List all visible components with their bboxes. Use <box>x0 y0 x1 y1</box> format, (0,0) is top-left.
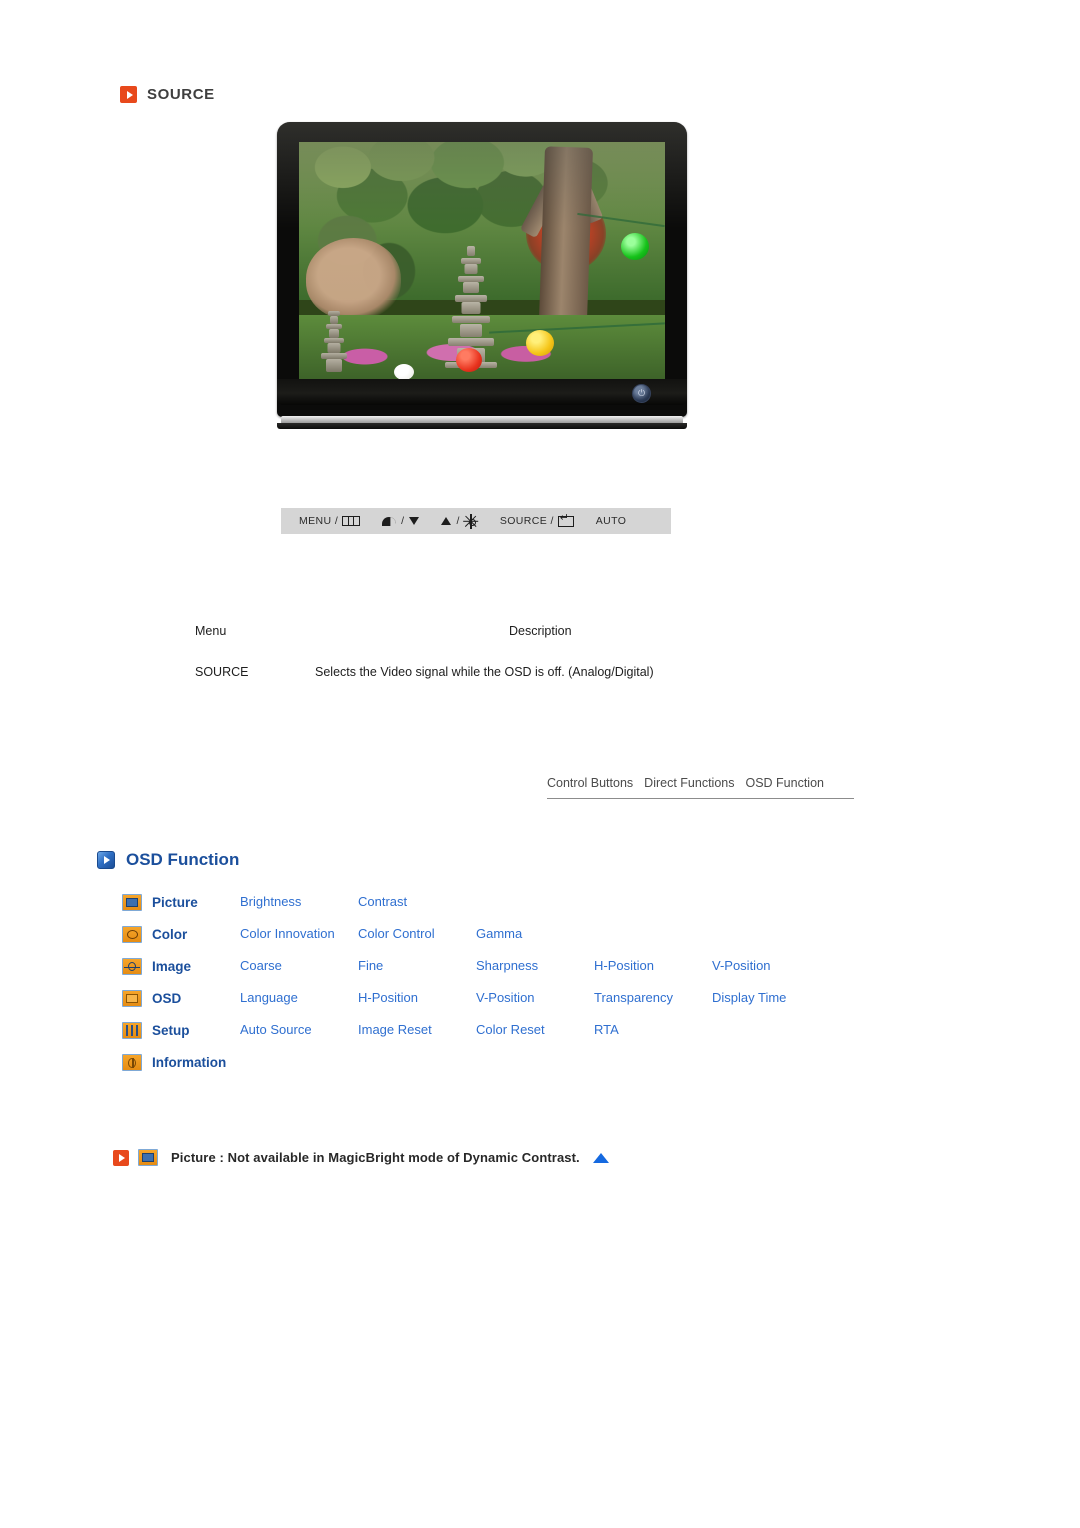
osd-item-v-position[interactable]: V-Position <box>476 990 594 1006</box>
power-button-icon[interactable]: ⏻ <box>632 384 651 403</box>
button-menu[interactable]: MENU / <box>299 515 361 527</box>
button-source-enter[interactable]: SOURCE / <box>499 513 574 527</box>
osd-note: Picture : Not available in MagicBright m… <box>113 1149 609 1166</box>
osd-row-setup: Setup Auto Source Image Reset Color Rese… <box>122 1022 962 1048</box>
button-contrast-down-label: / <box>401 515 405 527</box>
menu-description-table: Menu Description SOURCE Selects the Vide… <box>195 624 835 679</box>
column-header-menu: Menu <box>195 624 227 638</box>
osd-row-information: Information <box>122 1054 962 1080</box>
osd-category-label: Image <box>152 959 192 974</box>
button-auto[interactable]: AUTO <box>596 515 627 527</box>
osd-item-auto-source[interactable]: Auto Source <box>240 1022 358 1038</box>
osd-item-color-control[interactable]: Color Control <box>358 926 476 942</box>
row-description: Selects the Video signal while the OSD i… <box>315 665 654 679</box>
osd-category-image[interactable]: Image <box>122 958 240 975</box>
osd-function-heading: OSD Function <box>97 850 239 870</box>
manual-page: SOURCE ⏻ MENU / / / SOURCE / ↵ AUTO Menu… <box>0 0 1080 1528</box>
enter-key-icon <box>557 513 574 527</box>
osd-category-setup[interactable]: Setup <box>122 1022 240 1039</box>
osd-item-v-position[interactable]: V-Position <box>712 958 830 974</box>
osd-note-text: Picture : Not available in MagicBright m… <box>171 1150 580 1165</box>
button-up-brightness-label: / <box>456 515 460 527</box>
osd-category-label: Color <box>152 927 188 942</box>
osd-item-brightness[interactable]: Brightness <box>240 894 358 910</box>
monitor-illustration: ⏻ <box>277 122 687 429</box>
osd-function-heading-label: OSD Function <box>126 850 240 869</box>
information-icon <box>122 1054 142 1071</box>
blue-arrow-icon <box>97 851 115 869</box>
button-contrast-down[interactable]: / <box>382 515 420 527</box>
picture-icon <box>122 894 142 911</box>
brightness-sun-icon <box>463 513 479 529</box>
osd-item-color-reset[interactable]: Color Reset <box>476 1022 594 1038</box>
button-up-brightness[interactable]: / <box>441 513 479 529</box>
osd-category-label: Information <box>152 1055 227 1070</box>
tab-direct-functions[interactable]: Direct Functions <box>644 776 734 790</box>
red-arrow-icon <box>120 86 137 103</box>
monitor-bottom-bezel <box>277 379 687 405</box>
table-row: SOURCE Selects the Video signal while th… <box>195 665 835 679</box>
photo-lantern-white <box>394 363 415 380</box>
section-tabbar: Control Buttons Direct Functions OSD Fun… <box>547 776 854 799</box>
screen-photo <box>299 142 665 382</box>
osd-item-display-time[interactable]: Display Time <box>712 990 830 1006</box>
osd-menu-grid: Picture Brightness Contrast Color Color … <box>122 894 962 1086</box>
osd-item-fine[interactable]: Fine <box>358 958 476 974</box>
osd-category-osd[interactable]: OSD <box>122 990 240 1007</box>
image-icon <box>122 958 142 975</box>
setup-icon <box>122 1022 142 1039</box>
osd-row-osd: OSD Language H-Position V-Position Trans… <box>122 990 962 1016</box>
osd-item-language[interactable]: Language <box>240 990 358 1006</box>
photo-maple-tree <box>306 238 402 320</box>
row-menu-name: SOURCE <box>195 665 249 679</box>
osd-icon <box>122 990 142 1007</box>
menu-grid-icon <box>342 516 361 526</box>
osd-item-h-position[interactable]: H-Position <box>358 990 476 1006</box>
monitor-stand-foot <box>277 423 687 429</box>
control-button-strip: MENU / / / SOURCE / AUTO <box>281 508 671 534</box>
down-arrow-icon <box>409 517 420 525</box>
column-header-description: Description <box>509 624 572 638</box>
color-icon <box>122 926 142 943</box>
tab-osd-function[interactable]: OSD Function <box>745 776 824 790</box>
up-arrow-icon <box>441 517 452 525</box>
monitor-body: ⏻ <box>277 122 687 417</box>
osd-item-h-position[interactable]: H-Position <box>594 958 712 974</box>
contrast-icon <box>382 516 397 526</box>
picture-icon <box>138 1149 158 1166</box>
osd-row-picture: Picture Brightness Contrast <box>122 894 962 920</box>
osd-category-information[interactable]: Information <box>122 1054 240 1071</box>
osd-row-image: Image Coarse Fine Sharpness H-Position V… <box>122 958 962 984</box>
source-section-heading: SOURCE <box>120 86 215 103</box>
osd-category-picture[interactable]: Picture <box>122 894 240 911</box>
table-header-row: Menu Description <box>195 624 835 638</box>
osd-item-image-reset[interactable]: Image Reset <box>358 1022 476 1038</box>
source-heading-label: SOURCE <box>147 86 215 103</box>
button-auto-label: AUTO <box>595 515 627 527</box>
monitor-screen <box>299 142 665 382</box>
blue-up-triangle-icon[interactable] <box>592 1152 609 1163</box>
osd-item-transparency[interactable]: Transparency <box>594 990 712 1006</box>
osd-item-contrast[interactable]: Contrast <box>358 894 476 910</box>
osd-category-label: OSD <box>152 991 182 1006</box>
osd-item-sharpness[interactable]: Sharpness <box>476 958 594 974</box>
button-source-label: SOURCE / <box>499 515 554 527</box>
osd-category-color[interactable]: Color <box>122 926 240 943</box>
red-arrow-icon <box>113 1149 129 1166</box>
button-menu-label: MENU / <box>299 515 339 527</box>
osd-item-gamma[interactable]: Gamma <box>476 926 594 942</box>
tab-control-buttons[interactable]: Control Buttons <box>547 776 633 790</box>
photo-small-pagoda <box>320 308 347 373</box>
osd-category-label: Setup <box>152 1023 190 1038</box>
osd-category-label: Picture <box>152 895 198 910</box>
osd-item-color-innovation[interactable]: Color Innovation <box>240 926 358 942</box>
photo-lantern-yellow <box>525 329 554 356</box>
osd-item-coarse[interactable]: Coarse <box>240 958 358 974</box>
osd-item-rta[interactable]: RTA <box>594 1022 712 1038</box>
osd-row-color: Color Color Innovation Color Control Gam… <box>122 926 962 952</box>
